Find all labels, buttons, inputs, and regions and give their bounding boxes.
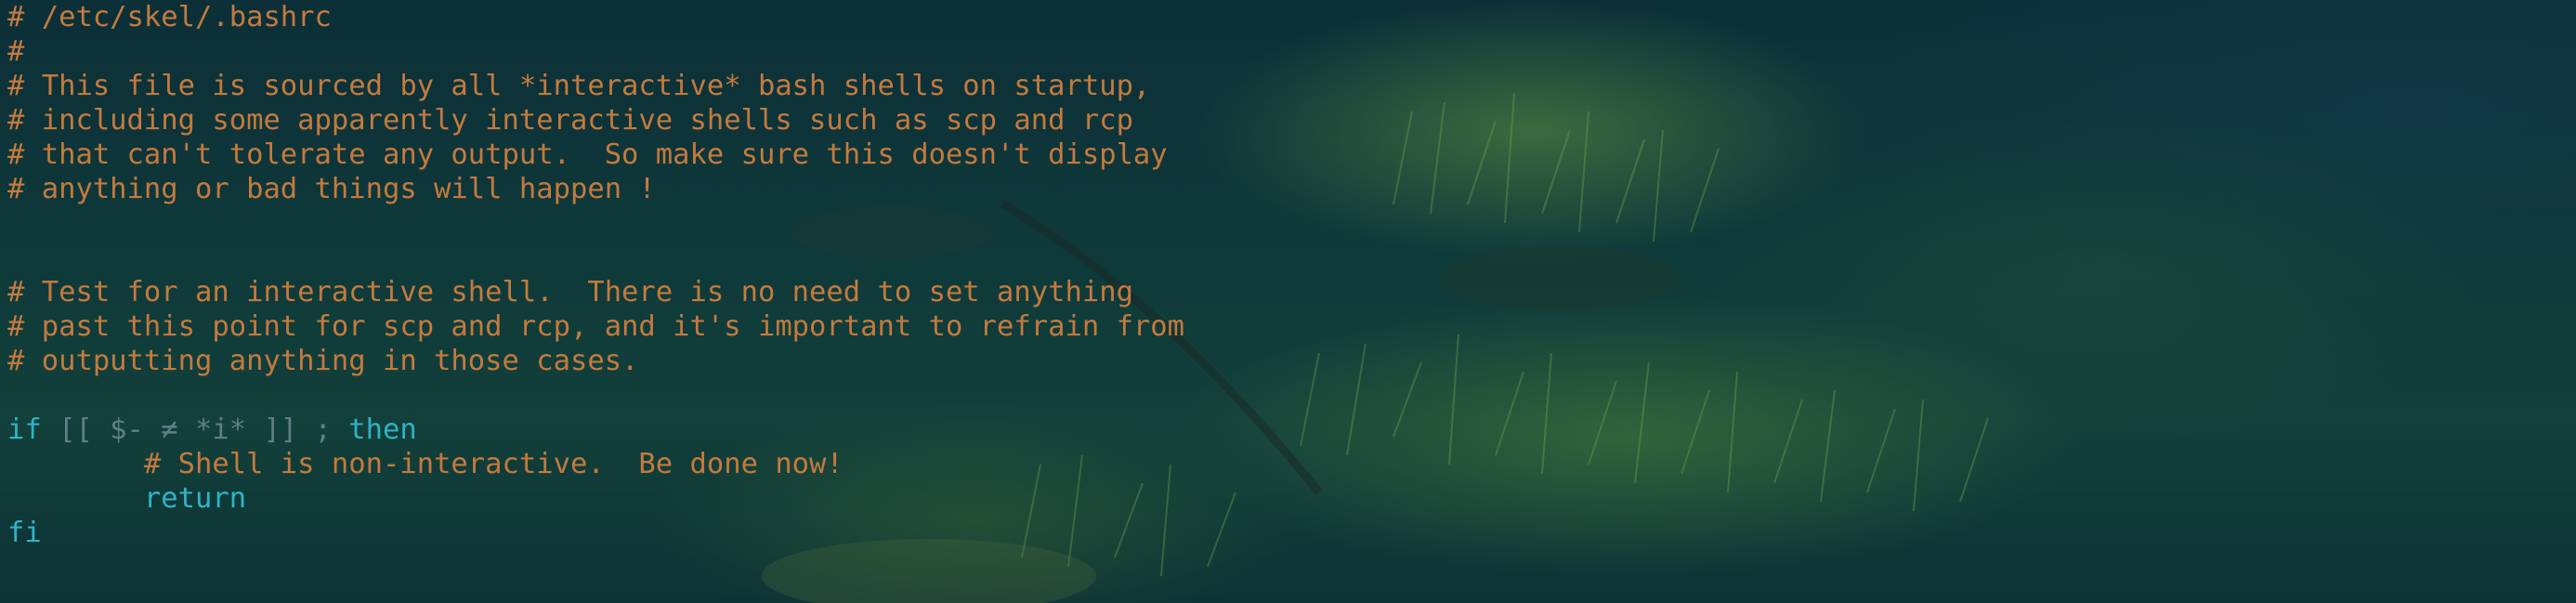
code-line[interactable]: # bbox=[7, 34, 1184, 69]
comment-text: # Test for an interactive shell. There i… bbox=[7, 276, 1133, 308]
code-line[interactable]: fi bbox=[7, 516, 1184, 550]
code-line[interactable]: # This file is sourced by all *interacti… bbox=[7, 69, 1184, 103]
code-line[interactable]: # that can't tolerate any output. So mak… bbox=[7, 138, 1184, 172]
code-line[interactable]: # anything or bad things will happen ! bbox=[7, 172, 1184, 206]
comment-text: # that can't tolerate any output. So mak… bbox=[7, 138, 1168, 171]
terminal-window[interactable]: # /etc/skel/.bashrc # # This file is sourc… bbox=[0, 0, 2576, 603]
code-editor[interactable]: # /etc/skel/.bashrc # # This file is sourc… bbox=[7, 0, 1184, 550]
comment-text: # This file is sourced by all *interacti… bbox=[7, 70, 1151, 102]
code-line[interactable] bbox=[7, 206, 1184, 241]
comment-text: # anything or bad things will happen ! bbox=[7, 173, 656, 205]
code-line[interactable]: # including some apparently interactive … bbox=[7, 103, 1184, 138]
keyword-text: fi bbox=[7, 517, 42, 549]
comment-text: # bbox=[7, 35, 25, 68]
code-line[interactable]: return bbox=[7, 481, 1184, 516]
code-line[interactable]: # /etc/skel/.bashrc bbox=[7, 0, 1184, 34]
code-line[interactable] bbox=[7, 241, 1184, 275]
keyword-if: if bbox=[7, 413, 42, 446]
comment-text: # including some apparently interactive … bbox=[7, 104, 1133, 137]
keyword-then: then bbox=[348, 413, 417, 446]
comment-text: # outputting anything in those cases. bbox=[7, 345, 639, 377]
code-line[interactable]: # Test for an interactive shell. There i… bbox=[7, 275, 1184, 309]
comment-text: # Shell is non-interactive. Be done now! bbox=[143, 448, 843, 480]
if-condition: [[ $- ≠ *i* ]] ; bbox=[41, 413, 349, 446]
code-line[interactable]: if [[ $- ≠ *i* ]] ; then bbox=[7, 413, 1184, 447]
code-line[interactable]: # outputting anything in those cases. bbox=[7, 344, 1184, 378]
comment-text: # /etc/skel/.bashrc bbox=[7, 1, 332, 33]
code-line[interactable]: # Shell is non-interactive. Be done now! bbox=[7, 447, 1184, 481]
keyword-text: return bbox=[143, 482, 247, 515]
comment-text: # past this point for scp and rcp, and i… bbox=[7, 310, 1185, 343]
code-line[interactable]: # past this point for scp and rcp, and i… bbox=[7, 309, 1184, 344]
code-line[interactable] bbox=[7, 378, 1184, 413]
